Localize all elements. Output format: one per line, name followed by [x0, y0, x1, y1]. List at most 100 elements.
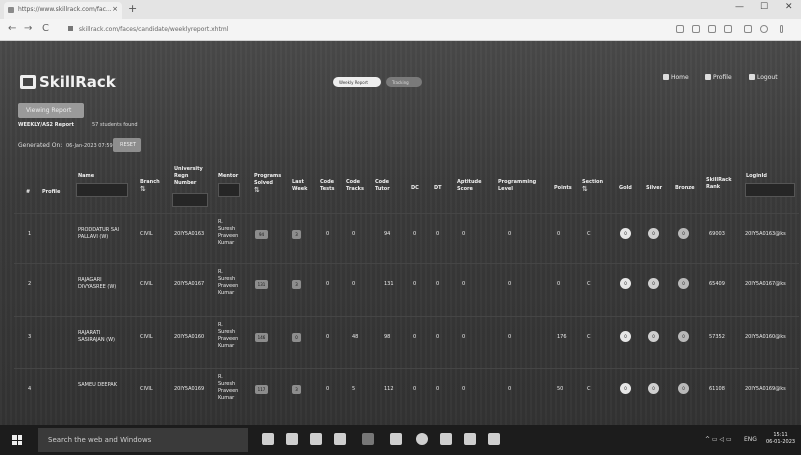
regn-filter-input[interactable]	[172, 193, 208, 207]
reset-button[interactable]: RESET	[113, 138, 141, 152]
login-filter-input[interactable]	[745, 183, 795, 197]
cell-num: 2	[28, 281, 32, 287]
cell-dc: 0	[413, 334, 417, 340]
name-filter-input[interactable]	[76, 183, 128, 197]
profile-link[interactable]: Profile	[705, 74, 732, 81]
home-link[interactable]: Home	[663, 74, 689, 81]
col-header-mentor: Mentor	[218, 173, 239, 179]
cell-name[interactable]: RAJAGARI DIVYASREE (W)	[78, 277, 116, 291]
favicon-icon	[8, 7, 14, 13]
task-view-icon[interactable]	[262, 433, 274, 445]
cell-name[interactable]: SAMEU DEEPAK	[78, 382, 117, 389]
app-icon[interactable]	[440, 433, 452, 445]
cell-mentor: R. Suresh Praveen Kumar	[218, 374, 239, 401]
chrome-icon[interactable]	[362, 433, 374, 445]
cell-last-week-badge[interactable]: 0	[292, 333, 301, 342]
students-found: 57 students found	[92, 122, 138, 128]
cell-solved-badge[interactable]: 94	[255, 230, 268, 239]
cell-dc: 0	[413, 231, 417, 237]
home-icon	[663, 74, 669, 80]
skillrack-logo[interactable]: SkillRack	[20, 73, 116, 91]
cell-dc: 0	[413, 281, 417, 287]
media-icon[interactable]	[416, 433, 428, 445]
cell-points: 50	[557, 386, 564, 392]
silver-medal-icon: 0	[648, 278, 659, 289]
sort-icon[interactable]: ⇅	[140, 186, 160, 193]
cell-name[interactable]: PRODDATUR SAI PALLAVI (W)	[78, 227, 119, 241]
cell-code-tracks: 48	[352, 334, 359, 340]
back-button[interactable]: ←	[8, 23, 16, 34]
explorer-icon[interactable]	[334, 433, 346, 445]
weekly-report-toggle[interactable]: Weekly Report	[333, 77, 381, 87]
browser-tab[interactable]: https://www.skillrack.com/fac... ×	[4, 2, 122, 19]
row-divider	[14, 316, 799, 317]
forward-button[interactable]: →	[24, 23, 32, 34]
bronze-medal-icon: 0	[678, 278, 689, 289]
cell-rank: 65409	[709, 281, 725, 287]
sort-icon[interactable]: ⇅	[254, 187, 280, 194]
cell-points: 0	[557, 231, 561, 237]
row-divider	[14, 213, 799, 214]
bookmark-star-icon[interactable]	[724, 25, 732, 33]
col-header-dc: DC	[411, 185, 419, 191]
address-bar[interactable]: skillrack.com/faces/candidate/weeklyrepo…	[64, 22, 664, 37]
translate-icon[interactable]	[676, 25, 684, 33]
tracking-toggle[interactable]: Tracking	[386, 77, 422, 87]
mentor-filter-input[interactable]	[218, 183, 240, 197]
cell-name[interactable]: RAJARATI SASIRAJAN (W)	[78, 330, 115, 344]
tray-icons[interactable]: ^ ▭ ◁ ▭	[705, 436, 732, 443]
cell-code-tracks: 5	[352, 386, 356, 392]
taskbar-search-box[interactable]: Search the web and Windows	[38, 428, 248, 452]
start-button[interactable]	[12, 435, 22, 445]
share-icon[interactable]	[708, 25, 716, 33]
clock-date: 06-01-2023	[766, 439, 796, 445]
app-icon[interactable]	[464, 433, 476, 445]
app-icon[interactable]	[488, 433, 500, 445]
profile-avatar-icon[interactable]	[760, 25, 768, 33]
cell-code-tests: 0	[326, 334, 330, 340]
app-icon[interactable]	[390, 433, 402, 445]
sidebar-icon[interactable]	[744, 25, 752, 33]
menu-dots-icon[interactable]	[780, 25, 783, 33]
cell-prog-level: 0	[508, 281, 512, 287]
minimize-button[interactable]: —	[735, 2, 744, 12]
sort-icon[interactable]: ⇅	[582, 186, 603, 193]
col-header-solved[interactable]: Programs Solved ⇅	[254, 173, 281, 194]
taskbar-clock[interactable]: 15:11 06-01-2023	[766, 432, 795, 446]
col-header-profile: Profile	[42, 189, 61, 195]
zoom-icon[interactable]	[692, 25, 700, 33]
url-text: skillrack.com/faces/candidate/weeklyrepo…	[78, 26, 229, 33]
col-header-section[interactable]: Section ⇅	[582, 179, 603, 193]
window-close-button[interactable]: ✕	[785, 2, 793, 12]
store-icon[interactable]	[310, 433, 322, 445]
cell-login: 20IY5A0167@ks	[745, 281, 786, 287]
cell-solved-badge[interactable]: 146	[255, 333, 268, 342]
language-indicator[interactable]: ENG	[744, 436, 757, 443]
logout-link[interactable]: Logout	[749, 74, 778, 81]
viewing-report-button[interactable]: Viewing Report	[18, 103, 84, 118]
new-tab-button[interactable]: +	[128, 2, 137, 15]
cell-last-week-badge[interactable]: 3	[292, 385, 301, 394]
reload-button[interactable]: C	[42, 23, 49, 34]
cell-mentor: R. Suresh Praveen Kumar	[218, 322, 239, 349]
cell-section: C	[587, 281, 591, 287]
col-header-dt: DT	[434, 185, 442, 191]
col-header-branch[interactable]: Branch ⇅	[140, 179, 160, 193]
edge-icon[interactable]	[286, 433, 298, 445]
bronze-medal-icon: 0	[678, 383, 689, 394]
cell-num: 1	[28, 231, 32, 237]
logo-mark-icon	[20, 75, 36, 89]
close-tab-icon[interactable]: ×	[112, 5, 118, 13]
cell-solved-badge[interactable]: 131	[255, 280, 268, 289]
cell-solved-badge[interactable]: 117	[255, 385, 268, 394]
col-header-num: #	[26, 189, 31, 195]
cell-login: 20IY5A0160@ks	[745, 334, 786, 340]
logout-icon	[749, 74, 755, 80]
col-header-name[interactable]: Name	[78, 173, 94, 180]
cell-last-week-badge[interactable]: 3	[292, 230, 301, 239]
cell-prog-level: 0	[508, 334, 512, 340]
cell-last-week-badge[interactable]: 3	[292, 280, 301, 289]
maximize-button[interactable]: ☐	[760, 2, 768, 12]
cell-code-tracks: 0	[352, 231, 356, 237]
cell-prog-level: 0	[508, 386, 512, 392]
